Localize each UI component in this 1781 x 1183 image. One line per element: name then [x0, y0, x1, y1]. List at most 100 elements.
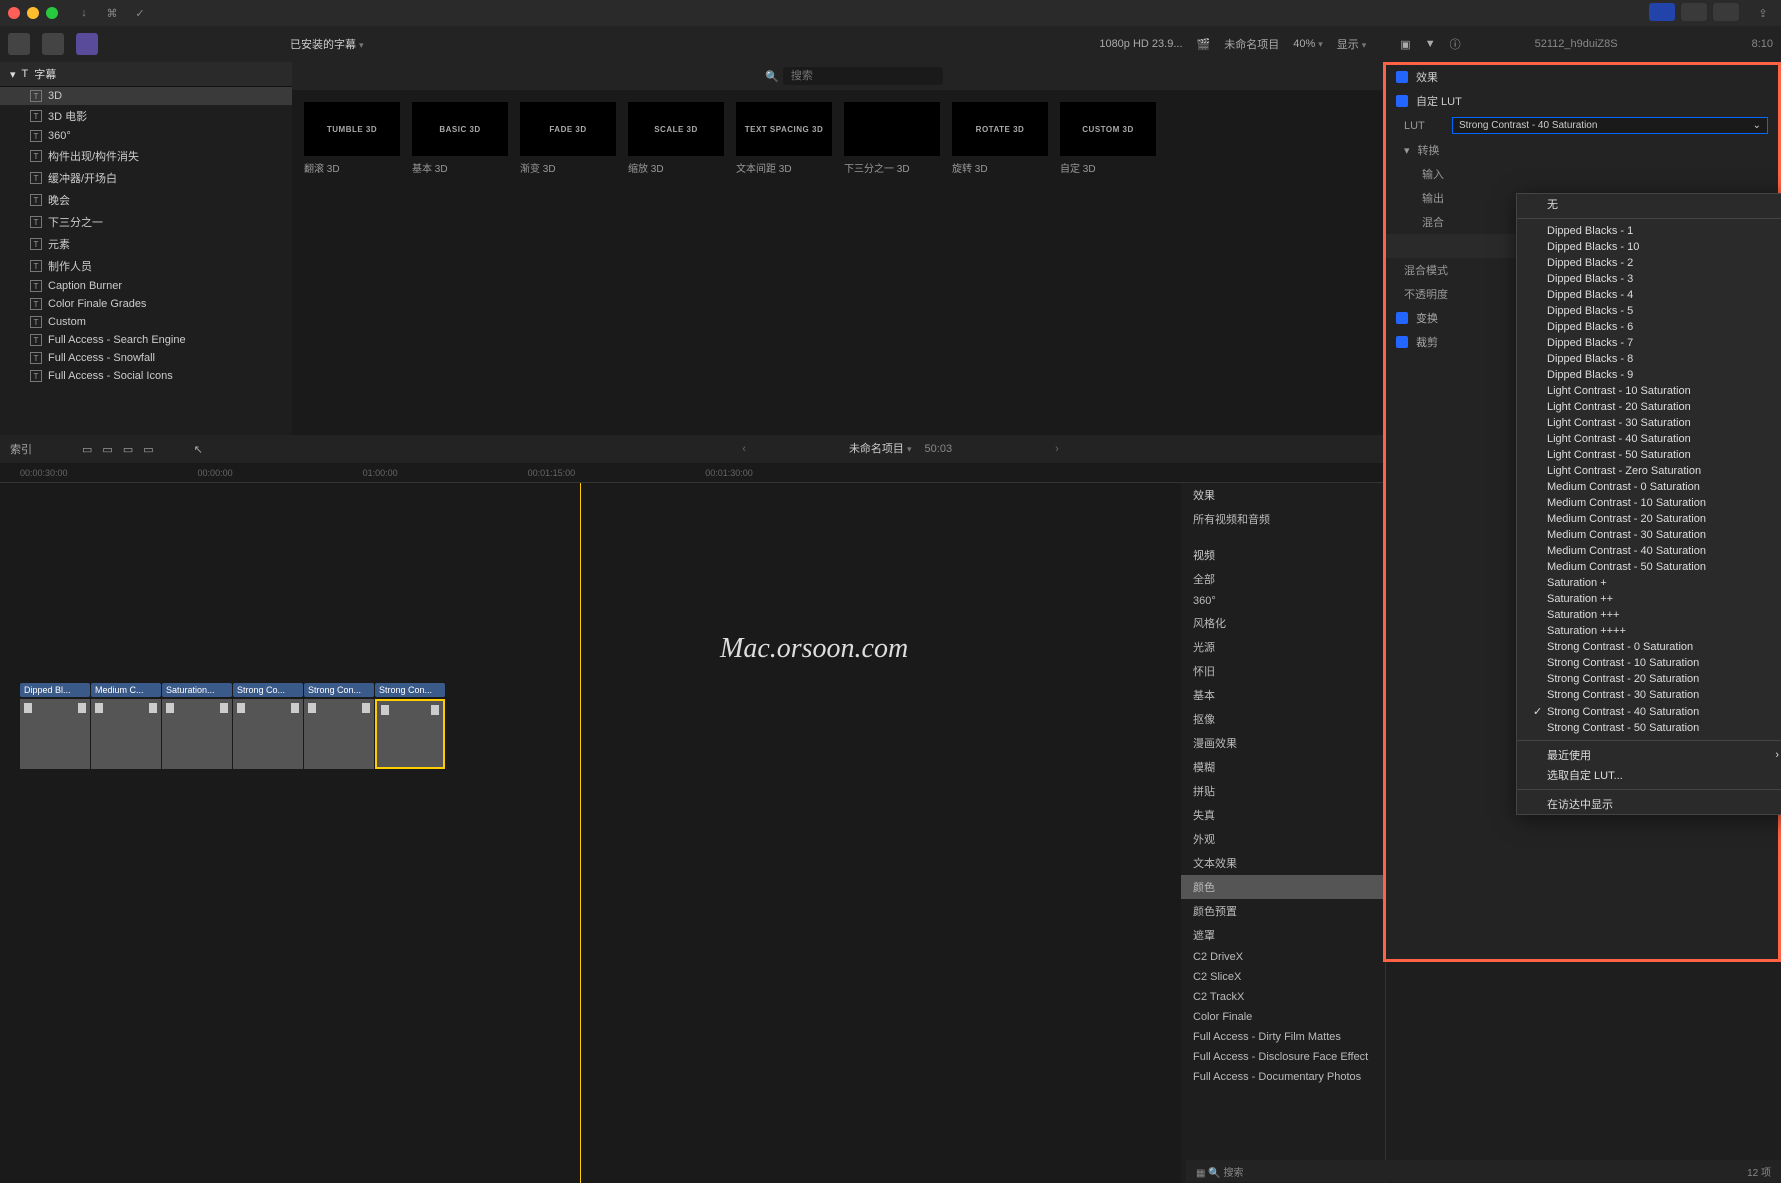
lut-option[interactable]: Strong Contrast - 30 Saturation	[1517, 687, 1781, 703]
template-search-input[interactable]	[783, 67, 943, 85]
lut-option[interactable]: Medium Contrast - 0 Saturation	[1517, 479, 1781, 495]
view-strip-icon[interactable]	[1713, 3, 1739, 21]
sidebar-item[interactable]: TFull Access - Social Icons	[0, 367, 292, 385]
timeline-clip[interactable]: Medium C...	[91, 683, 161, 769]
template-item[interactable]: FADE 3D渐变 3D	[520, 102, 616, 175]
fx-category[interactable]: 抠像	[1181, 707, 1385, 731]
lut-option[interactable]: Dipped Blacks - 7	[1517, 335, 1781, 351]
fx-category[interactable]: 漫画效果	[1181, 731, 1385, 755]
fx-category[interactable]: Full Access - Dirty Film Mattes	[1181, 1027, 1385, 1047]
share-icon[interactable]: ⇪	[1753, 3, 1773, 23]
fx-category[interactable]: 拼贴	[1181, 779, 1385, 803]
lut-option[interactable]: Light Contrast - 20 Saturation	[1517, 399, 1781, 415]
timeline-clip[interactable]: Strong Con...	[375, 683, 445, 769]
lut-option[interactable]: Light Contrast - Zero Saturation	[1517, 463, 1781, 479]
fx-category[interactable]: 光源	[1181, 635, 1385, 659]
keyword-icon[interactable]: ⌘	[102, 3, 122, 23]
background-tasks-icon[interactable]: ✓	[130, 3, 150, 23]
lut-recent[interactable]: 最近使用›	[1517, 745, 1781, 765]
sidebar-item[interactable]: T下三分之一	[0, 211, 292, 233]
template-item[interactable]: 下三分之一 3D	[844, 102, 940, 175]
custom-lut-checkbox[interactable]	[1396, 95, 1408, 107]
lut-option[interactable]: ✓Strong Contrast - 40 Saturation	[1517, 703, 1781, 720]
sidebar-item[interactable]: TCustom	[0, 313, 292, 331]
template-item[interactable]: CUSTOM 3D自定 3D	[1060, 102, 1156, 175]
lut-option[interactable]: Dipped Blacks - 9	[1517, 367, 1781, 383]
disclosure-icon[interactable]: ▾	[1404, 144, 1410, 157]
inspector-color-icon[interactable]: ▼	[1425, 38, 1436, 50]
lut-option[interactable]: Saturation ++++	[1517, 623, 1781, 639]
lut-option[interactable]: Dipped Blacks - 8	[1517, 351, 1781, 367]
inspector-info-icon[interactable]: ⓘ	[1450, 36, 1461, 52]
tl-next-icon[interactable]: ›	[1055, 443, 1059, 455]
fx-category[interactable]: 文本效果	[1181, 851, 1385, 875]
crop-checkbox[interactable]	[1396, 336, 1408, 348]
fullscreen-window-button[interactable]	[46, 7, 58, 19]
tl-prev-icon[interactable]: ‹	[742, 443, 746, 455]
sidebar-item[interactable]: T构件出现/构件消失	[0, 145, 292, 167]
lut-option[interactable]: Strong Contrast - 10 Saturation	[1517, 655, 1781, 671]
fx-category[interactable]: 风格化	[1181, 611, 1385, 635]
sidebar-item[interactable]: T3D	[0, 87, 292, 105]
lut-option[interactable]: Saturation +++	[1517, 607, 1781, 623]
view-grid-icon[interactable]	[1649, 3, 1675, 21]
lut-option[interactable]: Strong Contrast - 50 Saturation	[1517, 720, 1781, 736]
fx-category[interactable]: 基本	[1181, 683, 1385, 707]
lut-option[interactable]: Medium Contrast - 40 Saturation	[1517, 543, 1781, 559]
timeline-title[interactable]: 未命名项目	[849, 443, 912, 455]
lut-option[interactable]: Dipped Blacks - 10	[1517, 239, 1781, 255]
lut-option[interactable]: Strong Contrast - 20 Saturation	[1517, 671, 1781, 687]
timeline-tracks[interactable]: Mac.orsoon.com Dipped Bl...Medium C...Sa…	[0, 483, 1181, 1183]
fx-view-icon[interactable]: ▦	[1196, 1168, 1205, 1179]
lut-option[interactable]: Dipped Blacks - 2	[1517, 255, 1781, 271]
lut-option[interactable]: Light Contrast - 40 Saturation	[1517, 431, 1781, 447]
inspector-video-icon[interactable]: ▣	[1400, 38, 1410, 51]
sidebar-item[interactable]: TFull Access - Snowfall	[0, 349, 292, 367]
template-item[interactable]: SCALE 3D缩放 3D	[628, 102, 724, 175]
sidebar-item[interactable]: T缓冲器/开场白	[0, 167, 292, 189]
minimize-window-button[interactable]	[27, 7, 39, 19]
fx-category[interactable]: 全部	[1181, 567, 1385, 591]
lut-choose-custom[interactable]: 选取自定 LUT...	[1517, 765, 1781, 785]
display-menu[interactable]: 显示	[1337, 36, 1367, 52]
sidebar-item[interactable]: T元素	[0, 233, 292, 255]
sidebar-item[interactable]: TColor Finale Grades	[0, 295, 292, 313]
sidebar-item[interactable]: TCaption Burner	[0, 277, 292, 295]
music-icon[interactable]	[42, 33, 64, 55]
timeline-clip[interactable]: Strong Co...	[233, 683, 303, 769]
lut-option-none[interactable]: 无	[1517, 194, 1781, 214]
lut-reveal-finder[interactable]: 在访达中显示	[1517, 794, 1781, 814]
lut-option[interactable]: Dipped Blacks - 5	[1517, 303, 1781, 319]
lut-option[interactable]: Dipped Blacks - 3	[1517, 271, 1781, 287]
lut-option[interactable]: Light Contrast - 10 Saturation	[1517, 383, 1781, 399]
fx-category[interactable]: 外观	[1181, 827, 1385, 851]
project-name[interactable]: 未命名项目	[1224, 36, 1279, 52]
fx-category[interactable]: 颜色	[1181, 875, 1385, 899]
fx-category[interactable]: Full Access - Disclosure Face Effect	[1181, 1047, 1385, 1067]
sidebar-item[interactable]: T360°	[0, 127, 292, 145]
fx-category[interactable]: C2 DriveX	[1181, 947, 1385, 967]
fx-category[interactable]: 遮罩	[1181, 923, 1385, 947]
lut-option[interactable]: Medium Contrast - 10 Saturation	[1517, 495, 1781, 511]
fx-category[interactable]: 颜色预置	[1181, 899, 1385, 923]
fx-all-av[interactable]: 所有视频和音频	[1181, 507, 1385, 531]
lut-option[interactable]: Saturation ++	[1517, 591, 1781, 607]
fx-category[interactable]: 模糊	[1181, 755, 1385, 779]
fx-category[interactable]: 失真	[1181, 803, 1385, 827]
fx-category[interactable]: Color Finale	[1181, 1007, 1385, 1027]
sidebar-item[interactable]: T3D 电影	[0, 105, 292, 127]
fx-search[interactable]: 搜索	[1223, 1168, 1243, 1179]
playhead[interactable]	[580, 483, 581, 1183]
fx-category[interactable]: C2 SliceX	[1181, 967, 1385, 987]
fx-category[interactable]: 360°	[1181, 591, 1385, 611]
fx-category[interactable]: 怀旧	[1181, 659, 1385, 683]
lut-dropdown-button[interactable]: Strong Contrast - 40 Saturation ⌄	[1452, 117, 1768, 134]
disclosure-icon[interactable]: ▾	[10, 68, 16, 81]
browser-title[interactable]: 已安装的字幕	[290, 36, 364, 52]
zoom-level[interactable]: 40%	[1293, 38, 1323, 50]
lut-option[interactable]: Dipped Blacks - 1	[1517, 223, 1781, 239]
lut-option[interactable]: Medium Contrast - 20 Saturation	[1517, 511, 1781, 527]
import-icon[interactable]: ↓	[74, 3, 94, 23]
view-list-icon[interactable]	[1681, 3, 1707, 21]
lut-option[interactable]: Light Contrast - 30 Saturation	[1517, 415, 1781, 431]
